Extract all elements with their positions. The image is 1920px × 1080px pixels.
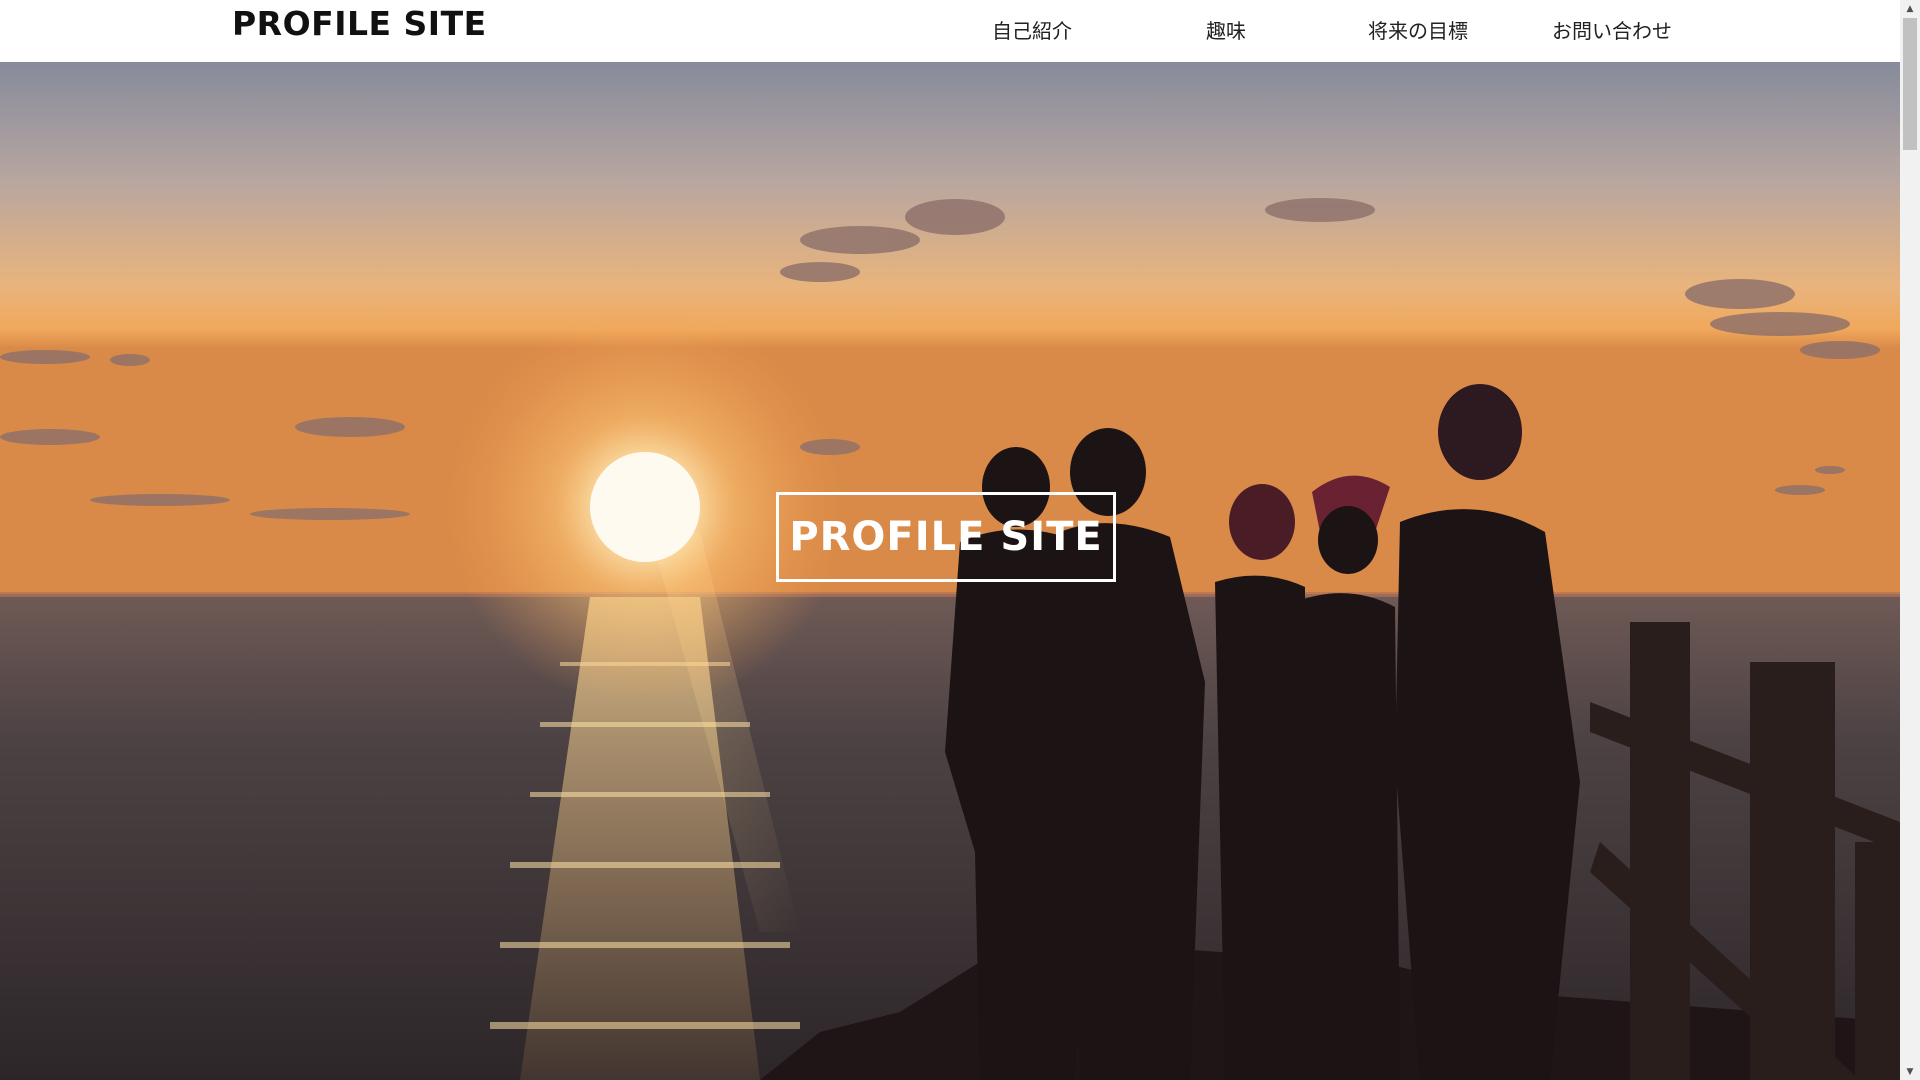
hero-section: PROFILE SITE <box>0 62 1900 1080</box>
triangle-up-icon[interactable]: ▲ <box>1900 0 1920 17</box>
nav-item-future-goals[interactable]: 将来の目標 <box>1368 15 1468 44</box>
triangle-down-icon[interactable]: ▼ <box>1900 1063 1920 1080</box>
scrollbar-thumb[interactable] <box>1903 18 1917 150</box>
nav-item-introduction[interactable]: 自己紹介 <box>992 15 1072 44</box>
site-logo[interactable]: PROFILE SITE <box>232 4 487 43</box>
hero-title: PROFILE SITE <box>776 492 1116 582</box>
nav-item-hobbies[interactable]: 趣味 <box>1206 15 1246 44</box>
browser-viewport: PROFILE SITE 自己紹介 趣味 将来の目標 お問い合わせ PROFIL… <box>0 0 1900 1080</box>
vertical-scrollbar[interactable]: ▲ ▼ <box>1900 0 1920 1080</box>
nav-item-contact[interactable]: お問い合わせ <box>1552 15 1672 44</box>
site-header: PROFILE SITE 自己紹介 趣味 将来の目標 お問い合わせ <box>0 0 1900 62</box>
